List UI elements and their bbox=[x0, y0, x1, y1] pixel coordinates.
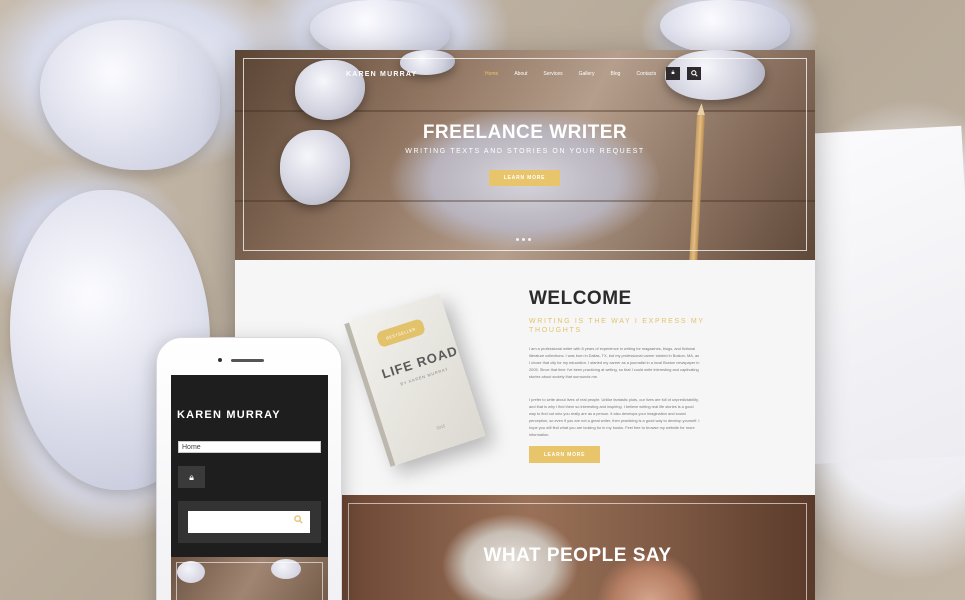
hero-learn-more-button[interactable]: LEARN MORE bbox=[489, 170, 560, 186]
mobile-search-input[interactable] bbox=[188, 511, 310, 533]
mobile-search-box bbox=[178, 501, 321, 543]
slider-dot[interactable] bbox=[522, 238, 525, 241]
welcome-paragraph: I am a professional writer with 8 years … bbox=[529, 346, 700, 379]
site-logo[interactable]: KAREN MURRAY bbox=[346, 71, 417, 78]
mobile-hero-frame bbox=[176, 562, 323, 600]
slider-pagination bbox=[516, 238, 531, 241]
lock-icon: 🔒︎ bbox=[189, 471, 194, 482]
nav-contacts[interactable]: Contacts bbox=[636, 71, 656, 77]
search-icon[interactable] bbox=[294, 515, 303, 524]
testimonials-section: WHAT PEOPLE SAY bbox=[340, 495, 815, 600]
search-icon bbox=[690, 70, 698, 77]
phone-mockup: KAREN MURRAY Home 🔒︎ bbox=[156, 337, 342, 600]
mobile-login-button[interactable]: 🔒︎ bbox=[178, 466, 205, 488]
hero-title: FREELANCE WRITER bbox=[422, 122, 628, 143]
testimonials-title: WHAT PEOPLE SAY bbox=[483, 545, 672, 566]
book-image: BESTSELLER LIFE ROAD BY KAREN MURRAY 201… bbox=[344, 293, 486, 467]
mobile-menu-select[interactable]: Home bbox=[178, 441, 321, 453]
phone-camera bbox=[218, 358, 222, 362]
welcome-learn-more-button[interactable]: LEARN MORE bbox=[529, 446, 600, 463]
nav-home[interactable]: Home bbox=[485, 71, 498, 77]
mobile-screen: KAREN MURRAY Home 🔒︎ bbox=[171, 375, 328, 600]
paper-sheet-decoration bbox=[791, 125, 965, 465]
book-year: 2015 bbox=[435, 423, 446, 431]
slider-dot[interactable] bbox=[516, 238, 519, 241]
lock-icon: 🔒︎ bbox=[671, 70, 675, 76]
nav-services[interactable]: Services bbox=[543, 71, 562, 77]
login-button[interactable]: 🔒︎ bbox=[666, 67, 680, 80]
hero-subtitle: WRITING TEXTS AND STORIES ON YOUR REQUES… bbox=[405, 148, 645, 155]
main-nav: Home About Services Gallery Blog Contact… bbox=[485, 71, 672, 77]
phone-speaker bbox=[231, 359, 264, 362]
nav-blog[interactable]: Blog bbox=[610, 71, 620, 77]
search-button[interactable] bbox=[687, 67, 701, 80]
mobile-hero bbox=[171, 557, 328, 600]
mobile-logo[interactable]: KAREN MURRAY bbox=[177, 409, 281, 421]
hero-section: KAREN MURRAY Home About Services Gallery… bbox=[235, 50, 815, 260]
welcome-title: WELCOME bbox=[529, 288, 632, 309]
nav-about[interactable]: About bbox=[514, 71, 527, 77]
welcome-paragraph: I prefer to write about lives of real pe… bbox=[529, 397, 700, 437]
welcome-subtitle: WRITING IS THE WAY I EXPRESS MY THOUGHTS bbox=[529, 318, 705, 334]
book-badge: BESTSELLER bbox=[375, 318, 427, 349]
slider-dot[interactable] bbox=[528, 238, 531, 241]
nav-gallery[interactable]: Gallery bbox=[579, 71, 595, 77]
